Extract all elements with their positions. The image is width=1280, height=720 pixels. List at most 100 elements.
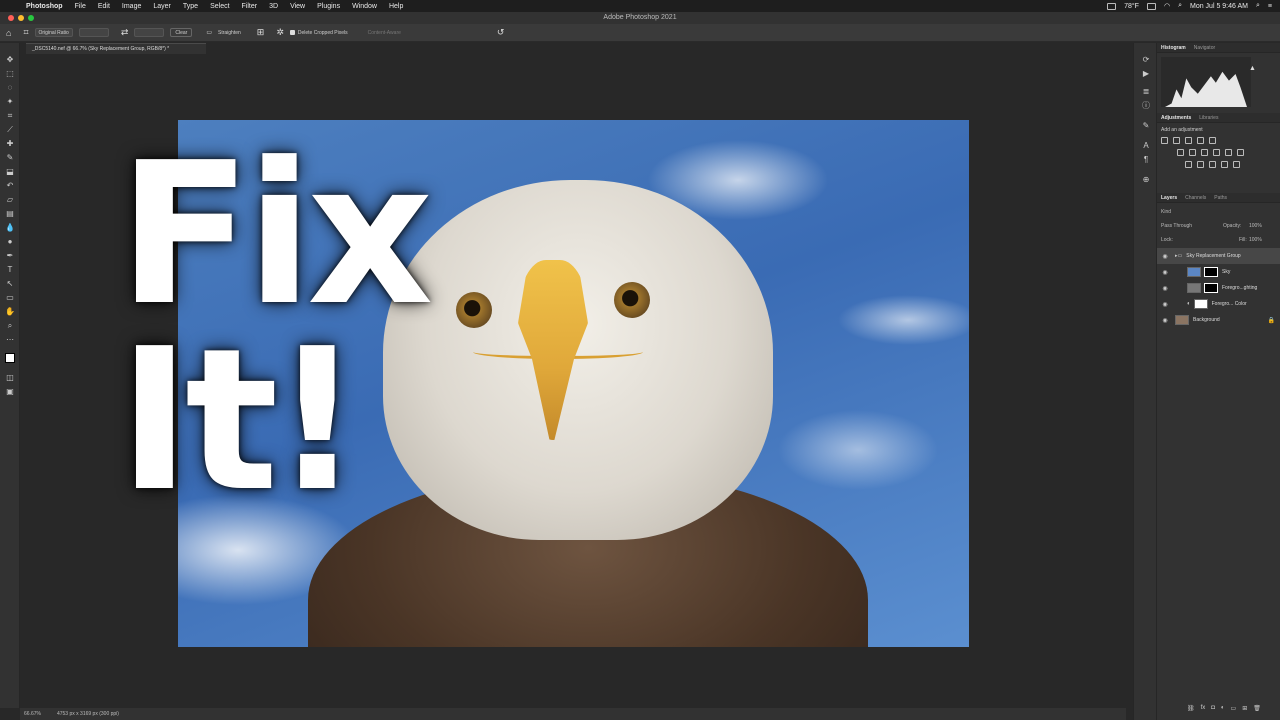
color-lookup-icon[interactable] (1237, 149, 1244, 156)
weather-status[interactable]: 78°F (1124, 3, 1139, 10)
display-icon[interactable] (1107, 2, 1117, 10)
menu-image[interactable]: Image (122, 3, 141, 10)
exposure-icon[interactable] (1197, 137, 1204, 144)
crop-tool-icon[interactable]: ⌗ (23, 27, 28, 38)
screen-mode-icon[interactable]: ▣ (5, 387, 15, 397)
brush-tool-icon[interactable]: ✎ (5, 153, 15, 163)
opacity-field[interactable]: 100% (1249, 223, 1262, 229)
wifi-icon[interactable]: ◠ (1164, 2, 1170, 10)
pen-tool-icon[interactable]: ✒ (5, 251, 15, 261)
layer-name[interactable]: Foregro...ghting (1222, 285, 1257, 291)
straighten-button[interactable]: Straighten (218, 30, 241, 36)
menu-type[interactable]: Type (183, 3, 198, 10)
more-tools-icon[interactable]: ⋯ (5, 335, 15, 345)
gradient-map-icon[interactable] (1221, 161, 1228, 168)
visibility-icon[interactable]: ◉ (1161, 269, 1169, 276)
menu-layer[interactable]: Layer (153, 3, 171, 10)
menu-help[interactable]: Help (389, 3, 403, 10)
fx-icon[interactable]: fx (1201, 705, 1206, 712)
layer-row[interactable]: ◉ ▸▭ Sky Replacement Group (1157, 248, 1280, 264)
zoom-window-button[interactable] (28, 15, 34, 21)
home-icon[interactable]: ⌂ (6, 28, 11, 38)
photo-filter-icon[interactable] (1213, 149, 1220, 156)
layer-row[interactable]: ◉ Foregro...ghting (1157, 280, 1280, 296)
lasso-tool-icon[interactable]: ◌ (5, 83, 15, 93)
canvas-area[interactable]: Fix It! (20, 54, 1126, 708)
paragraph-icon[interactable]: ¶ (1141, 155, 1151, 165)
new-adjustment-icon[interactable]: ◐ (1221, 705, 1225, 712)
eraser-tool-icon[interactable]: ▱ (5, 195, 15, 205)
status-icon[interactable] (1146, 2, 1156, 10)
menu-filter[interactable]: Filter (242, 3, 258, 10)
visibility-icon[interactable]: ◉ (1161, 285, 1169, 292)
color-swatches-icon[interactable] (5, 353, 15, 363)
vibrance-icon[interactable] (1209, 137, 1216, 144)
posterize-icon[interactable] (1197, 161, 1204, 168)
menu-select[interactable]: Select (210, 3, 229, 10)
marquee-tool-icon[interactable]: ⬚ (5, 69, 15, 79)
clear-button[interactable]: Clear (170, 28, 193, 37)
visibility-icon[interactable]: ◉ (1161, 301, 1169, 308)
minimize-window-button[interactable] (18, 15, 24, 21)
properties-icon[interactable]: ≣ (1141, 87, 1151, 97)
channel-mixer-icon[interactable] (1225, 149, 1232, 156)
layer-row[interactable]: ◉ Background 🔒 (1157, 312, 1280, 328)
invert-icon[interactable] (1185, 161, 1192, 168)
content-aware-label[interactable]: Content-Aware (368, 30, 401, 36)
tab-channels[interactable]: Channels (1185, 195, 1206, 201)
black-white-icon[interactable] (1201, 149, 1208, 156)
healing-tool-icon[interactable]: ✚ (5, 139, 15, 149)
menu-file[interactable]: File (75, 3, 86, 10)
layer-name[interactable]: Background (1193, 317, 1220, 323)
hue-saturation-icon[interactable] (1177, 149, 1184, 156)
threshold-icon[interactable] (1209, 161, 1216, 168)
grid-overlay-icon[interactable]: ⊞ (257, 27, 265, 38)
menu-edit[interactable]: Edit (98, 3, 110, 10)
ratio-select[interactable]: Original Ratio (34, 28, 73, 37)
tab-navigator[interactable]: Navigator (1194, 45, 1215, 51)
lock-icon[interactable]: 🔒 (1268, 317, 1275, 324)
clone-stamp-tool-icon[interactable]: ⬓ (5, 167, 15, 177)
crop-tool-icon[interactable]: ⌗ (5, 111, 15, 121)
delete-layer-icon[interactable]: 🗑 (1253, 705, 1261, 712)
zoom-level[interactable]: 66.67% (24, 711, 41, 717)
settings-icon[interactable]: ✲ (276, 27, 284, 38)
menu-list-icon[interactable]: ≡ (1268, 3, 1272, 10)
eyedropper-tool-icon[interactable]: ⟋ (5, 125, 15, 135)
blur-tool-icon[interactable]: 💧 (5, 223, 15, 233)
menu-3d[interactable]: 3D (269, 3, 278, 10)
tab-adjustments[interactable]: Adjustments (1161, 115, 1191, 121)
new-group-icon[interactable]: ▭ (1231, 705, 1237, 712)
height-field[interactable] (134, 28, 165, 37)
dodge-tool-icon[interactable]: ● (5, 237, 15, 247)
warning-icon[interactable]: ▲ (1249, 65, 1256, 72)
fill-field[interactable]: 100% (1249, 237, 1262, 243)
magic-wand-tool-icon[interactable]: ✦ (5, 97, 15, 107)
width-field[interactable] (78, 28, 109, 37)
straighten-icon[interactable]: ▭ (206, 29, 212, 36)
quick-mask-icon[interactable]: ◫ (5, 373, 15, 383)
tab-histogram[interactable]: Histogram (1161, 45, 1186, 51)
styles-icon[interactable]: ⊕ (1141, 175, 1151, 185)
delete-cropped-checkbox[interactable] (289, 30, 295, 35)
menu-plugins[interactable]: Plugins (317, 3, 340, 10)
layer-name[interactable]: Foregro... Color (1212, 301, 1247, 307)
curves-icon[interactable] (1185, 137, 1192, 144)
color-balance-icon[interactable] (1189, 149, 1196, 156)
filter-kind-select[interactable]: Kind (1161, 209, 1171, 215)
visibility-icon[interactable]: ◉ (1161, 317, 1169, 324)
hand-tool-icon[interactable]: ✋ (5, 307, 15, 317)
tab-libraries[interactable]: Libraries (1199, 115, 1218, 121)
reset-icon[interactable]: ↺ (497, 27, 505, 38)
type-tool-icon[interactable]: T (5, 265, 15, 275)
spotlight-icon[interactable]: ⌕ (1178, 2, 1182, 10)
tab-paths[interactable]: Paths (1214, 195, 1227, 201)
history-icon[interactable]: ⟳ (1141, 55, 1151, 65)
document-tab[interactable]: _DSC5140.nef @ 66.7% (Sky Replacement Gr… (26, 43, 206, 54)
brushes-icon[interactable]: ✎ (1141, 121, 1151, 131)
brightness-icon[interactable] (1161, 137, 1168, 144)
layer-name[interactable]: Sky (1222, 269, 1230, 275)
swap-icon[interactable]: ⇄ (121, 27, 129, 38)
close-window-button[interactable] (8, 15, 14, 21)
menu-view[interactable]: View (290, 3, 305, 10)
